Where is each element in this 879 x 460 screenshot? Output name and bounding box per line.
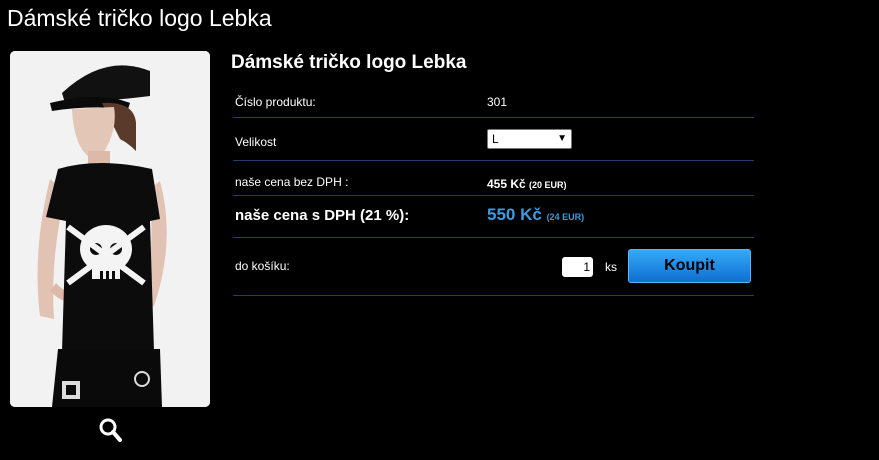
size-select[interactable]: L ▼ (487, 129, 572, 149)
price-net-row: naše cena bez DPH : 455 Kč (20 EUR) (233, 161, 754, 196)
size-row: Velikost L ▼ (233, 118, 754, 161)
price-net-eur: (20 EUR) (529, 180, 567, 190)
buy-button[interactable]: Koupit (628, 249, 751, 283)
price-gross-czk: 550 Kč (487, 205, 542, 224)
size-label: Velikost (235, 135, 277, 149)
page-title: Dámské tričko logo Lebka (7, 5, 272, 31)
add-to-cart-row: do košíku: ks Koupit (233, 238, 754, 296)
product-title: Dámské tričko logo Lebka (231, 52, 467, 73)
product-details-table: Číslo produktu: 301 Velikost L ▼ naše ce… (233, 80, 754, 296)
product-code-label: Číslo produktu: (235, 95, 316, 109)
price-gross-label: naše cena s DPH (21 %): (235, 207, 410, 224)
price-gross-row: naše cena s DPH (21 %): 550 Kč (24 EUR) (233, 196, 754, 238)
product-photo-graphic (10, 51, 210, 407)
price-net-label: naše cena bez DPH : (235, 175, 349, 189)
zoom-icon[interactable] (98, 416, 124, 444)
cart-label: do košíku: (235, 259, 290, 273)
product-image[interactable] (10, 51, 210, 407)
quantity-input[interactable] (562, 257, 593, 277)
price-gross-eur: (24 EUR) (546, 212, 585, 222)
size-select-value: L (492, 132, 499, 146)
price-gross-value: 550 Kč (24 EUR) (487, 205, 584, 225)
product-code-row: Číslo produktu: 301 (233, 80, 754, 118)
price-net-value: 455 Kč (20 EUR) (487, 177, 567, 191)
chevron-down-icon: ▼ (557, 133, 567, 144)
price-net-czk: 455 Kč (487, 177, 526, 191)
product-code-value: 301 (487, 95, 508, 109)
quantity-unit: ks (605, 260, 617, 274)
